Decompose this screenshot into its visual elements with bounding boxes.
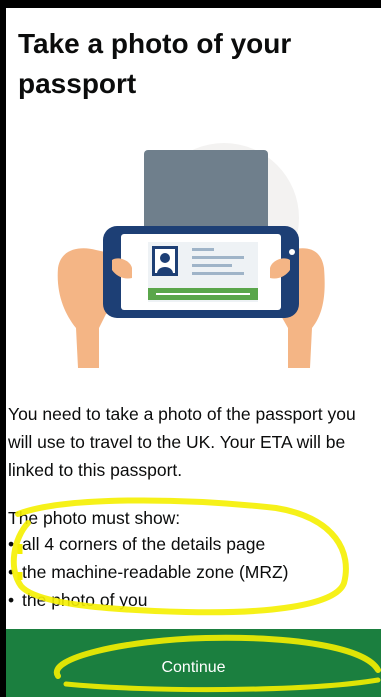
requirement-text: all 4 corners of the details page xyxy=(22,534,266,554)
list-item: • the machine-readable zone (MRZ) xyxy=(8,558,289,586)
footer-bar: Continue xyxy=(6,629,381,697)
list-item: • the photo of you xyxy=(8,586,289,614)
requirement-text: the photo of you xyxy=(22,590,148,610)
phone-scanning-passport-illustration xyxy=(57,143,325,368)
intro-text: You need to take a photo of the passport… xyxy=(8,404,356,480)
page-title: Take a photo of your passport xyxy=(18,28,292,99)
app-screen: Take a photo of your passport You need t… xyxy=(6,8,381,697)
requirement-text: the machine-readable zone (MRZ) xyxy=(22,562,289,582)
list-item: • all 4 corners of the details page xyxy=(8,530,289,558)
bullet-icon: • xyxy=(8,534,15,554)
bullet-icon: • xyxy=(8,590,15,610)
bullet-icon: • xyxy=(8,562,15,582)
continue-button[interactable]: Continue xyxy=(6,629,381,697)
requirements-heading: The photo must show: xyxy=(8,508,181,528)
requirements-list: • all 4 corners of the details page • the … xyxy=(8,530,289,614)
